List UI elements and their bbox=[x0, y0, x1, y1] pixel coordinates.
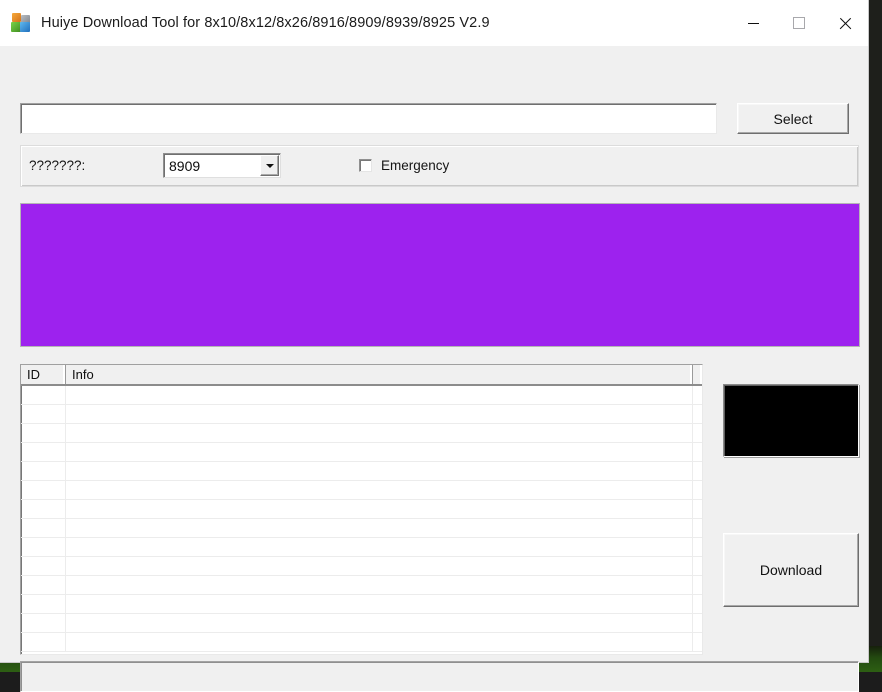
maximize-icon bbox=[793, 17, 805, 29]
emergency-option[interactable]: Emergency bbox=[359, 158, 449, 173]
table-cell bbox=[693, 614, 702, 632]
table-row[interactable] bbox=[21, 538, 702, 557]
table-cell bbox=[66, 405, 693, 423]
table-cell bbox=[21, 405, 66, 423]
table-cell bbox=[21, 462, 66, 480]
table-cell bbox=[693, 443, 702, 461]
device-model-dropdown[interactable]: 8909 bbox=[163, 153, 281, 178]
table-row[interactable] bbox=[21, 500, 702, 519]
chevron-down-icon[interactable] bbox=[260, 155, 279, 176]
device-model-label: ???????: bbox=[29, 158, 85, 173]
table-cell bbox=[693, 424, 702, 442]
minimize-icon bbox=[748, 23, 759, 24]
minimize-button[interactable] bbox=[730, 0, 776, 46]
emergency-checkbox[interactable] bbox=[359, 159, 372, 172]
table-row[interactable] bbox=[21, 633, 702, 652]
close-icon bbox=[839, 17, 852, 30]
table-row[interactable] bbox=[21, 557, 702, 576]
table-row[interactable] bbox=[21, 386, 702, 405]
table-cell bbox=[21, 519, 66, 537]
download-button[interactable]: Download bbox=[723, 533, 859, 607]
table-cell bbox=[693, 557, 702, 575]
table-cell bbox=[66, 538, 693, 556]
settings-group-box: ???????: 8909 Emergency bbox=[20, 145, 859, 187]
device-list-view[interactable]: ID Info bbox=[20, 364, 703, 655]
table-cell bbox=[66, 481, 693, 499]
table-cell bbox=[21, 386, 66, 404]
table-row[interactable] bbox=[21, 595, 702, 614]
table-row[interactable] bbox=[21, 614, 702, 633]
table-cell bbox=[693, 633, 702, 651]
table-cell bbox=[66, 424, 693, 442]
table-cell bbox=[66, 557, 693, 575]
table-cell bbox=[693, 405, 702, 423]
list-body bbox=[21, 386, 702, 652]
table-cell bbox=[21, 633, 66, 651]
select-button[interactable]: Select bbox=[737, 103, 849, 134]
table-cell bbox=[66, 595, 693, 613]
table-cell bbox=[693, 481, 702, 499]
table-cell bbox=[66, 443, 693, 461]
file-path-input[interactable] bbox=[20, 103, 717, 134]
title-bar: Huiye Download Tool for 8x10/8x12/8x26/8… bbox=[0, 0, 868, 46]
column-header-id[interactable]: ID bbox=[21, 365, 66, 384]
table-row[interactable] bbox=[21, 519, 702, 538]
list-header: ID Info bbox=[21, 365, 702, 386]
window-title: Huiye Download Tool for 8x10/8x12/8x26/8… bbox=[41, 15, 490, 31]
table-cell bbox=[66, 500, 693, 518]
table-row[interactable] bbox=[21, 481, 702, 500]
table-cell bbox=[21, 557, 66, 575]
column-header-extra[interactable] bbox=[693, 365, 702, 384]
table-row[interactable] bbox=[21, 424, 702, 443]
maximize-button[interactable] bbox=[776, 0, 822, 46]
table-cell bbox=[66, 614, 693, 632]
app-blocks-icon bbox=[11, 13, 31, 33]
table-cell bbox=[21, 481, 66, 499]
table-cell bbox=[693, 538, 702, 556]
table-cell bbox=[693, 576, 702, 594]
table-row[interactable] bbox=[21, 405, 702, 424]
table-cell bbox=[693, 462, 702, 480]
table-cell bbox=[693, 500, 702, 518]
table-row[interactable] bbox=[21, 462, 702, 481]
column-header-info[interactable]: Info bbox=[66, 365, 693, 384]
table-cell bbox=[66, 633, 693, 651]
emergency-label: Emergency bbox=[381, 158, 449, 173]
table-cell bbox=[21, 614, 66, 632]
status-bar bbox=[20, 661, 859, 692]
table-cell bbox=[66, 386, 693, 404]
table-row[interactable] bbox=[21, 576, 702, 595]
preview-panel bbox=[20, 203, 860, 347]
table-cell bbox=[21, 443, 66, 461]
output-display-panel bbox=[723, 384, 859, 457]
table-cell bbox=[66, 576, 693, 594]
table-cell bbox=[693, 595, 702, 613]
table-cell bbox=[21, 424, 66, 442]
table-cell bbox=[66, 462, 693, 480]
table-cell bbox=[21, 538, 66, 556]
client-area: Select ???????: 8909 Emergency ID Info D… bbox=[0, 46, 868, 662]
table-cell bbox=[693, 519, 702, 537]
table-row[interactable] bbox=[21, 443, 702, 462]
window-controls bbox=[730, 0, 868, 46]
close-button[interactable] bbox=[822, 0, 868, 46]
table-cell bbox=[21, 500, 66, 518]
application-window: Huiye Download Tool for 8x10/8x12/8x26/8… bbox=[0, 0, 868, 662]
table-cell bbox=[66, 519, 693, 537]
table-cell bbox=[21, 595, 66, 613]
device-model-value: 8909 bbox=[164, 158, 260, 174]
table-cell bbox=[693, 386, 702, 404]
table-cell bbox=[21, 576, 66, 594]
